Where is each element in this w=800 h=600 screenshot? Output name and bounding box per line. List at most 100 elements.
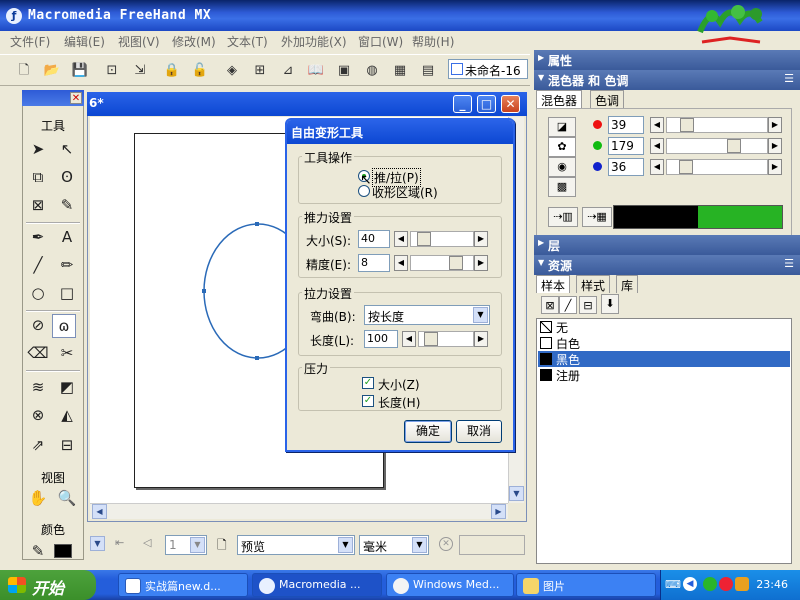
status-arrow-icon[interactable]: ▼ [90,536,105,551]
menu-xtras[interactable]: 外加功能(X) [281,33,347,50]
page-number-select[interactable]: 1 ▼ [165,535,207,555]
grid-icon[interactable]: ▦ [390,61,410,81]
blue-slider[interactable] [666,159,768,175]
ellipse-tool-icon[interactable]: ○ [26,282,50,306]
pressure-size-label[interactable]: 大小(Z) [378,376,420,393]
menu-text[interactable]: 文本(T) [227,33,268,50]
tab-styles[interactable]: 样式 [576,275,611,293]
ok-button[interactable]: 确定 [404,420,452,443]
panel-options-icon[interactable]: ☰ [784,72,794,85]
tab-swatches[interactable]: 样本 [536,275,571,293]
first-page-icon[interactable]: ⇤ [115,536,131,552]
save-icon[interactable]: 💾 [70,61,90,81]
swatch-item[interactable]: 白色 [538,335,790,351]
rgb-mode-icon[interactable]: ✿ [548,137,576,157]
menu-window[interactable]: 窗口(W) [358,33,403,50]
sort-arrow-icon[interactable]: ⬇ [601,294,619,314]
slider-right-icon[interactable]: ▶ [768,159,782,175]
pointer-tool-icon[interactable]: ➤ [26,138,50,162]
close-icon[interactable]: ✕ [70,92,82,104]
taskbar-item-freehand[interactable]: Macromedia ... [252,573,382,597]
menu-view[interactable]: 视图(V) [118,33,160,50]
fill-color-swatch[interactable] [54,544,72,558]
line-tool-icon[interactable]: ╱ [26,254,50,278]
slider-right-icon[interactable]: ▶ [768,117,782,133]
export-icon[interactable]: ⇲ [130,61,150,81]
length-slider[interactable] [418,331,474,347]
blue-value-field[interactable]: 36 [608,158,644,176]
chevron-left-icon[interactable]: ◀ [683,577,697,591]
slider-right-icon[interactable]: ▶ [474,231,488,247]
connector-tool-icon[interactable]: ⇗ [26,434,50,458]
prev-page-icon[interactable]: ◁ [143,536,159,552]
security-icon[interactable] [719,577,733,591]
size-slider[interactable] [410,231,474,247]
menu-modify[interactable]: 修改(M) [172,33,216,50]
freeform-tool-icon[interactable]: ɷ [52,314,76,338]
system-color-icon[interactable]: ▩ [548,177,576,197]
slider-right-icon[interactable]: ▶ [474,331,488,347]
tools-panel-titlebar[interactable]: ✕ [22,90,84,106]
reshape-area-label[interactable]: 收形区域(R) [372,184,438,201]
cancel-render-icon[interactable]: ✕ [439,537,453,551]
size-field[interactable]: 40 [358,230,390,248]
cmyk-mode-icon[interactable]: ◪ [548,117,576,137]
palette-icon[interactable]: ◍ [362,61,382,81]
cube-icon[interactable]: ▣ [334,61,354,81]
open-folder-icon[interactable]: 📂 [42,61,62,81]
dialog-title-bar[interactable]: 自由变形工具 [287,120,513,144]
cancel-button[interactable]: 取消 [456,420,502,443]
lock-icon[interactable]: 🔒 [162,61,182,81]
green-value-field[interactable]: 179 [608,137,644,155]
slider-left-icon[interactable]: ◀ [650,138,664,154]
slider-left-icon[interactable]: ◀ [650,117,664,133]
network-icon[interactable] [703,577,717,591]
input-method-icon[interactable] [735,577,749,591]
fill-mode-icon[interactable]: ⊠ [541,296,559,314]
swatch-item-selected[interactable]: 黑色 [538,351,790,367]
unlock-icon[interactable]: 🔓 [190,61,210,81]
page-tool-icon[interactable]: ⧉ [26,166,50,190]
panel-options-icon[interactable]: ☰ [784,257,794,270]
mixer-panel-header[interactable]: ▼ 混色器 和 色调 ☰ [534,70,800,90]
maximize-icon[interactable]: □ [477,95,496,113]
perspective-tool-icon[interactable]: ◭ [55,404,79,428]
eyedropper-tool-icon[interactable]: ✎ [55,194,79,218]
blend-tool-icon[interactable]: ≋ [26,376,50,400]
length-field[interactable]: 100 [364,330,398,348]
eraser-tool-icon[interactable]: ⌫ [26,342,50,366]
taskbar-item-pictures[interactable]: 图片 [516,573,656,597]
knife-tool-icon[interactable]: ✂ [55,342,79,366]
color-preview-swatch[interactable] [613,205,783,229]
envelope-tool-icon[interactable]: ⊗ [26,404,50,428]
chart-tool-icon[interactable]: ⊟ [55,434,79,458]
subselect-tool-icon[interactable]: ↖ [55,138,79,162]
view-mode-select[interactable]: 预览 ▼ [237,535,355,555]
precision-field[interactable]: 8 [358,254,390,272]
extrude-tool-icon[interactable]: ◩ [55,376,79,400]
red-slider[interactable] [666,117,768,133]
add-to-styles-icon[interactable]: ⇢▦ [582,207,612,227]
tab-mixer[interactable]: 混色器 [536,90,583,108]
document-selector[interactable]: 未命名-16 [448,59,528,79]
tab-tint[interactable]: 色调 [590,90,625,108]
add-to-swatches-icon[interactable]: ⇢▥ [548,207,578,227]
layers-panel-header[interactable]: ▶ 层 [534,235,800,255]
swatch-item[interactable]: 注册 [538,367,790,383]
pen-tool-icon[interactable]: ✒ [26,226,50,250]
menu-help[interactable]: 帮助(H) [412,33,454,50]
pressure-size-checkbox[interactable]: ✓ [362,377,374,389]
book-icon[interactable]: 📖 [306,61,326,81]
pencil-tool-icon[interactable]: ✏ [55,254,79,278]
pressure-length-checkbox[interactable]: ✓ [362,395,374,407]
swatch-item[interactable]: 无 [538,319,790,335]
rectangle-tool-icon[interactable]: □ [55,282,79,306]
taskbar-item-media-player[interactable]: Windows Med... [386,573,514,597]
precision-slider[interactable] [410,255,474,271]
scroll-down-icon[interactable]: ▼ [509,486,524,501]
import-icon[interactable]: ⊡ [102,61,122,81]
horizontal-scrollbar[interactable]: ◀ ▶ [90,503,508,519]
stroke-color-icon[interactable]: ✎ [26,540,50,564]
hand-tool-icon[interactable]: ✋ [26,487,50,511]
units-select[interactable]: 毫米 ▼ [359,535,429,555]
